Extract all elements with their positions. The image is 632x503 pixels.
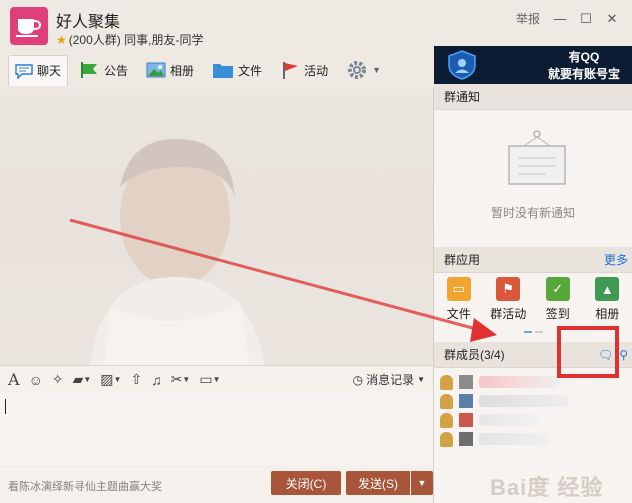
qq-group-chat-window: 好人聚集 ★ (200人群) 同事,朋友-同学 举报 — ☐ ✕ 聊天 公告 相… [0, 0, 632, 503]
annotation-arrow [69, 218, 497, 342]
annotation-highlight-box [557, 326, 619, 378]
watermark: Bai度 经验 [490, 475, 604, 500]
